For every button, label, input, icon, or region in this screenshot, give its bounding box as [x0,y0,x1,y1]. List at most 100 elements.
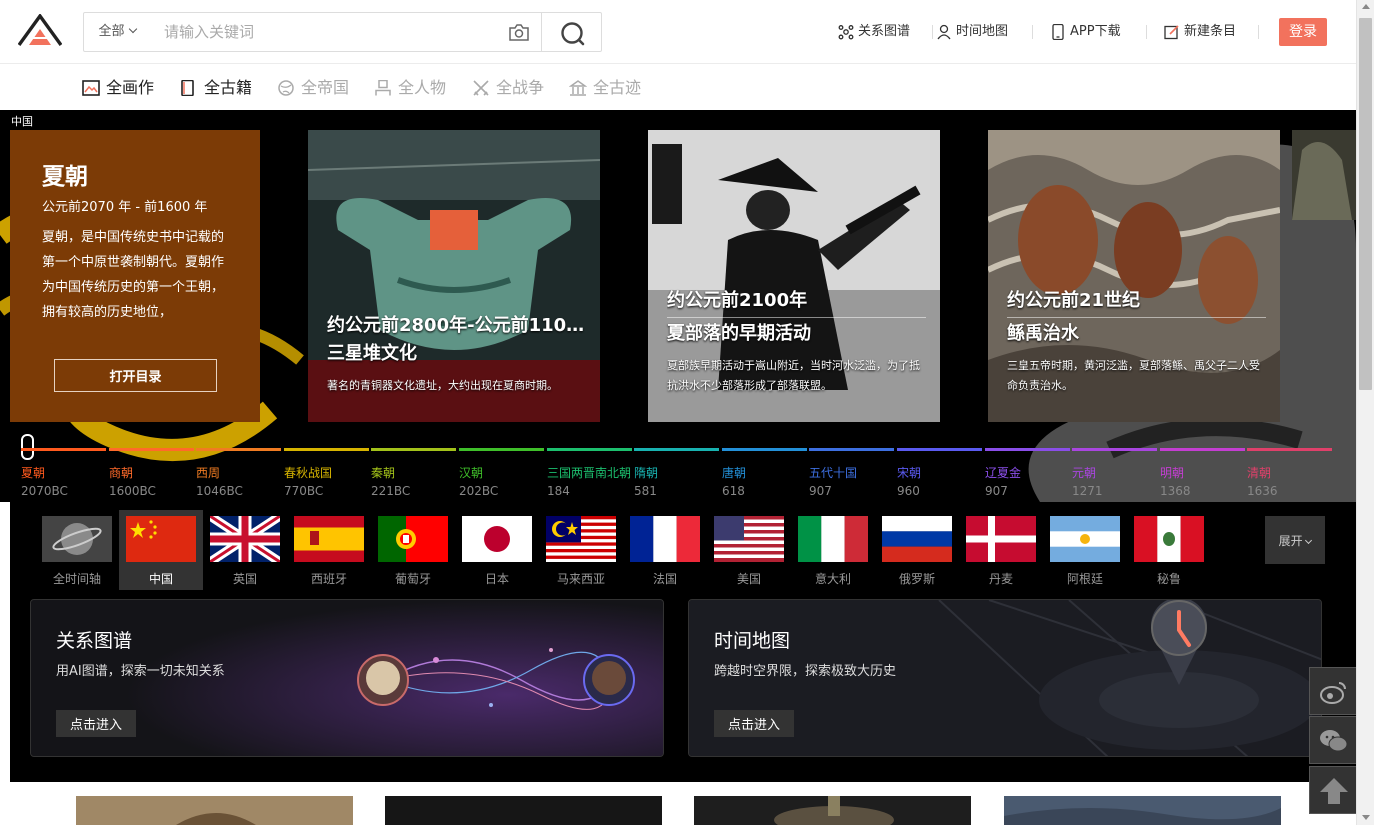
category-paintings[interactable]: 全画作 [82,77,154,99]
camera-icon[interactable] [508,22,530,42]
dynasty-name: 汉朝 [459,466,484,480]
category-monuments[interactable]: 全古迹 [569,77,641,99]
event-card-flood-control[interactable]: 约公元前21世纪 鲧禹治水 三皇五帝时期，黄河泛滥，夏部落鲧、禹父子二人受命负责… [988,130,1280,422]
event-card-xia-tribe[interactable]: 约公元前2100年 夏部落的早期活动 夏部族早期活动于嵩山附近，当时河水泛滥，为… [648,130,940,422]
country-name: 英国 [232,572,257,586]
page-scrollbar[interactable] [1356,0,1374,825]
timeline-dynasty[interactable]: 商朝 1600BC [109,464,156,500]
france-flag-icon [630,516,700,562]
event-date: 约公元前2800年-公元前1100年 [327,315,586,336]
timeline-segment[interactable] [634,448,719,451]
scroll-up-arrow[interactable] [1362,4,1370,9]
timeline-segment[interactable] [196,448,281,451]
search-input[interactable] [164,13,494,51]
content-previews [0,782,1356,825]
timeline-dynasty[interactable]: 五代十国 907 [809,464,857,500]
timeline-segment[interactable] [21,448,106,451]
search-button[interactable] [541,12,602,52]
dynasty-start-year: 221BC [371,484,411,498]
timeline-dynasty[interactable]: 隋朝 581 [634,464,658,500]
timeline-dynasty[interactable]: 元朝 1271 [1072,464,1103,500]
timeline-dynasty[interactable]: 夏朝 2070BC [21,464,68,500]
timeline-dynasty[interactable]: 秦朝 221BC [371,464,410,500]
timeline-dynasty[interactable]: 清朝 1636 [1247,464,1278,500]
country-japan[interactable]: 日本 [455,510,539,590]
weibo-share-button[interactable] [1309,667,1357,715]
country-all-timeline[interactable]: 全时间轴 [35,510,119,590]
timeline-dynasty[interactable]: 明朝 1368 [1160,464,1191,500]
dynasty-name: 商朝 [109,466,134,480]
enter-relation-graph-button[interactable]: 点击进入 [56,710,136,737]
app-download-link[interactable]: APP下载 [1050,18,1121,46]
open-catalog-button[interactable]: 打开目录 [54,359,217,392]
enter-time-map-button[interactable]: 点击进入 [714,710,794,737]
timeline-segment[interactable] [809,448,894,451]
country-malaysia[interactable]: 马来西亚 [539,510,623,590]
category-wars[interactable]: 全战争 [472,77,544,99]
category-people[interactable]: 全人物 [374,77,446,99]
timeline-dynasty[interactable]: 辽夏金 907 [985,464,1021,500]
timeline-segment[interactable] [459,448,544,451]
wechat-share-button[interactable] [1309,716,1357,764]
timeline-segment[interactable] [1072,448,1157,451]
timeline-segment[interactable] [1247,448,1332,451]
dynasty-name: 清朝 [1247,466,1272,480]
preview-card[interactable] [385,796,662,825]
relation-graph-card[interactable]: 关系图谱 用AI图谱，探索一切未知关系 点击进入 [30,599,664,757]
scroll-down-arrow[interactable] [1362,815,1370,820]
country-china[interactable]: 中国 [119,510,203,590]
expand-countries-button[interactable]: 展开 [1265,516,1325,564]
preview-card[interactable] [1004,796,1281,825]
timeline-dynasty[interactable]: 春秋战国 770BC [284,464,332,500]
country-spain[interactable]: 西班牙 [287,510,371,590]
country-italy[interactable]: 意大利 [791,510,875,590]
country-argentina[interactable]: 阿根廷 [1043,510,1127,590]
timeline-segment[interactable] [371,448,456,451]
country-usa[interactable]: 美国 [707,510,791,590]
time-map-card[interactable]: 时间地图 跨越时空界限，探索极致大历史 点击进入 [688,599,1322,757]
timeline-segment[interactable] [722,448,807,451]
category-classics[interactable]: 全古籍 [180,77,252,99]
login-button[interactable]: 登录 [1279,18,1327,46]
feature-subtitle: 用AI图谱，探索一切未知关系 [56,664,225,679]
new-entry-link[interactable]: 新建条目 [1164,18,1236,46]
country-peru[interactable]: 秘鲁 [1127,510,1211,590]
scroll-thumb[interactable] [1359,18,1372,390]
timeline-segment[interactable] [1160,448,1245,451]
event-card-next[interactable] [1292,130,1356,220]
divider [1146,25,1147,39]
country-denmark[interactable]: 丹麦 [959,510,1043,590]
back-to-top-button[interactable] [1309,766,1357,814]
country-uk[interactable]: 英国 [203,510,287,590]
time-map-link[interactable]: 时间地图 [936,18,1008,46]
relation-graph-label: 关系图谱 [858,24,911,39]
relation-graph-link[interactable]: 关系图谱 [838,18,910,46]
country-portugal[interactable]: 葡萄牙 [371,510,455,590]
timeline-segment[interactable] [284,448,369,451]
preview-card[interactable] [76,796,353,825]
timeline-dynasty[interactable]: 唐朝 618 [722,464,746,500]
timeline-segment[interactable] [109,448,194,451]
event-description: 著名的青铜器文化遗址，大约出现在夏商时期。 [327,379,558,392]
category-empires[interactable]: 全帝国 [277,77,349,99]
preview-card[interactable] [694,796,971,825]
timeline-slider-handle[interactable] [21,434,34,460]
dynasty-name: 辽夏金 [985,466,1022,480]
relation-graph-icon [838,25,854,40]
timeline-dynasty[interactable]: 宋朝 960 [897,464,921,500]
timeline-dynasty[interactable]: 西周 1046BC [196,464,243,500]
timeline-segment[interactable] [897,448,982,451]
dynasty-title: 夏朝 [42,164,88,190]
country-russia[interactable]: 俄罗斯 [875,510,959,590]
country-france[interactable]: 法国 [623,510,707,590]
timeline-dynasty[interactable]: 汉朝 202BC [459,464,498,500]
timeline-segment[interactable] [985,448,1070,451]
dynasty-start-year: 1368 [1160,484,1191,498]
search-scope-dropdown[interactable]: 全部 [84,13,150,51]
site-logo[interactable] [18,14,62,46]
dynasty-start-year: 960 [897,484,920,498]
search-icon [561,22,585,46]
timeline-dynasty[interactable]: 三国两晋南北朝 184 [547,464,631,500]
event-card-sanxingdui[interactable]: 约公元前2800年-公元前1100年 三星堆文化 著名的青铜器文化遗址，大约出现… [308,130,600,422]
timeline-segment[interactable] [547,448,632,451]
